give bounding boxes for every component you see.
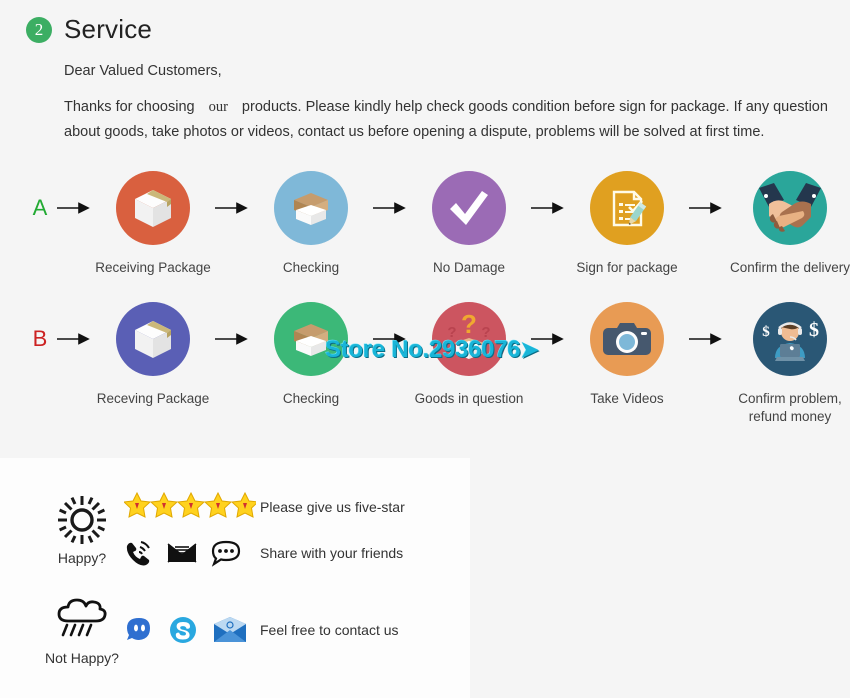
flow-step-receiving-package-b[interactable]: Receving Package — [94, 299, 212, 408]
mood-happy-label: Happy? — [57, 550, 107, 566]
flow-step-no-damage[interactable]: No Damage — [410, 168, 528, 277]
closed-box-icon — [116, 170, 190, 245]
open-box-icon — [274, 301, 348, 376]
intro-block: Dear Valued Customers, Thanks for choosi… — [0, 45, 850, 146]
share-icons[interactable] — [124, 530, 260, 576]
open-box-icon — [274, 170, 348, 245]
share-friends-text: Share with your friends — [260, 545, 404, 561]
contact-icons[interactable] — [124, 615, 260, 645]
flow-step-sign-for-package[interactable]: Sign for package — [568, 168, 686, 277]
intro-our-word: our — [208, 99, 228, 115]
email-icon[interactable] — [212, 616, 248, 644]
arrow-icon — [212, 168, 252, 248]
aliwangwang-icon[interactable] — [124, 615, 154, 645]
happy-icons-column — [124, 484, 260, 576]
svg-text:?: ? — [461, 311, 477, 339]
svg-text:$: $ — [762, 324, 770, 340]
star-icon — [124, 491, 256, 518]
page-title: Service — [64, 14, 153, 44]
envelope-lines-icon[interactable] — [166, 540, 198, 566]
arrow-icon — [370, 168, 410, 248]
star-rating[interactable] — [124, 484, 260, 530]
feedback-not-happy-row: Not Happy? Feel free to contact us — [0, 576, 470, 666]
flow-row-a-letter: A — [32, 194, 48, 220]
flow-row-a: A Receiving Package Checking No Damage S… — [0, 168, 850, 277]
section-number-badge: 2 — [26, 16, 52, 43]
contact-us-text: Feel free to contact us — [260, 622, 399, 638]
arrow-icon — [686, 299, 726, 379]
arrow-icon — [54, 299, 94, 379]
mood-happy: Happy? — [40, 494, 124, 566]
support-agent-icon: $ $ — [753, 301, 827, 376]
flow-step-label: Checking — [282, 390, 340, 406]
phone-ring-icon[interactable] — [124, 539, 154, 567]
flow-step-confirm-problem-refund[interactable]: $ $ Confirm problem, refund money — [726, 299, 850, 426]
flow-step-checking-a[interactable]: Checking — [252, 168, 370, 277]
flow-step-label: Sign for package — [576, 259, 678, 275]
feedback-happy-row: Happy? Please give us five-star Share wi… — [0, 458, 470, 576]
intro-paragraph: Thanks for choosing our products. Please k… — [64, 95, 830, 146]
flow-step-label: Checking — [282, 259, 340, 275]
arrow-icon — [528, 168, 568, 248]
svg-text:?: ? — [481, 324, 490, 341]
section-header: 2 Service — [0, 0, 850, 45]
svg-text:$: $ — [809, 319, 819, 341]
flow-row-b-letter: B — [32, 325, 48, 351]
clipboard-pencil-icon — [590, 170, 664, 245]
intro-paragraph-part1: Thanks for choosing — [64, 99, 195, 115]
flow-step-confirm-delivery[interactable]: Confirm the delivery — [726, 168, 850, 277]
five-star-request-text: Please give us five-star — [260, 499, 405, 515]
skype-icon[interactable] — [168, 615, 198, 645]
arrow-icon — [686, 168, 726, 248]
mood-not-happy-label: Not Happy? — [45, 650, 119, 666]
arrow-icon — [528, 299, 568, 379]
svg-text:?: ? — [447, 324, 456, 341]
checkmark-icon — [432, 170, 506, 245]
feedback-panel: Happy? Please give us five-star Share wi… — [0, 458, 470, 698]
mood-not-happy: Not Happy? — [40, 594, 124, 666]
flow-step-label: Take Videos — [590, 390, 664, 406]
speech-bubble-icon[interactable] — [210, 539, 242, 567]
flow-step-label: Receiving Package — [95, 259, 211, 275]
flow-step-label: Confirm problem, refund money — [738, 390, 842, 425]
flow-step-label: Goods in question — [414, 390, 524, 406]
flow-step-label: Receving Package — [96, 390, 210, 406]
flow-step-checking-b[interactable]: Checking — [252, 299, 370, 408]
greeting-text: Dear Valued Customers, — [64, 63, 222, 79]
arrow-icon — [212, 299, 252, 379]
handshake-icon — [753, 170, 827, 245]
arrow-icon — [54, 168, 94, 248]
flow-step-take-videos[interactable]: Take Videos — [568, 299, 686, 408]
flow-step-label: No Damage — [432, 259, 506, 275]
flow-step-receiving-package-a[interactable]: Receiving Package — [94, 168, 212, 277]
closed-box-icon — [116, 301, 190, 376]
sun-icon — [40, 494, 124, 546]
camera-icon — [590, 301, 664, 376]
arrow-icon — [370, 299, 410, 379]
rain-cloud-icon — [40, 594, 124, 646]
flow-step-goods-in-question[interactable]: ? ? ? Goods in question — [410, 299, 528, 408]
flow-step-label: Confirm the delivery — [729, 259, 850, 275]
flow-row-b: B Receving Package Checking ? ? ? Goods … — [0, 299, 850, 426]
question-box-icon: ? ? ? — [432, 301, 506, 376]
happy-text-column: Please give us five-star Share with your… — [260, 484, 470, 576]
